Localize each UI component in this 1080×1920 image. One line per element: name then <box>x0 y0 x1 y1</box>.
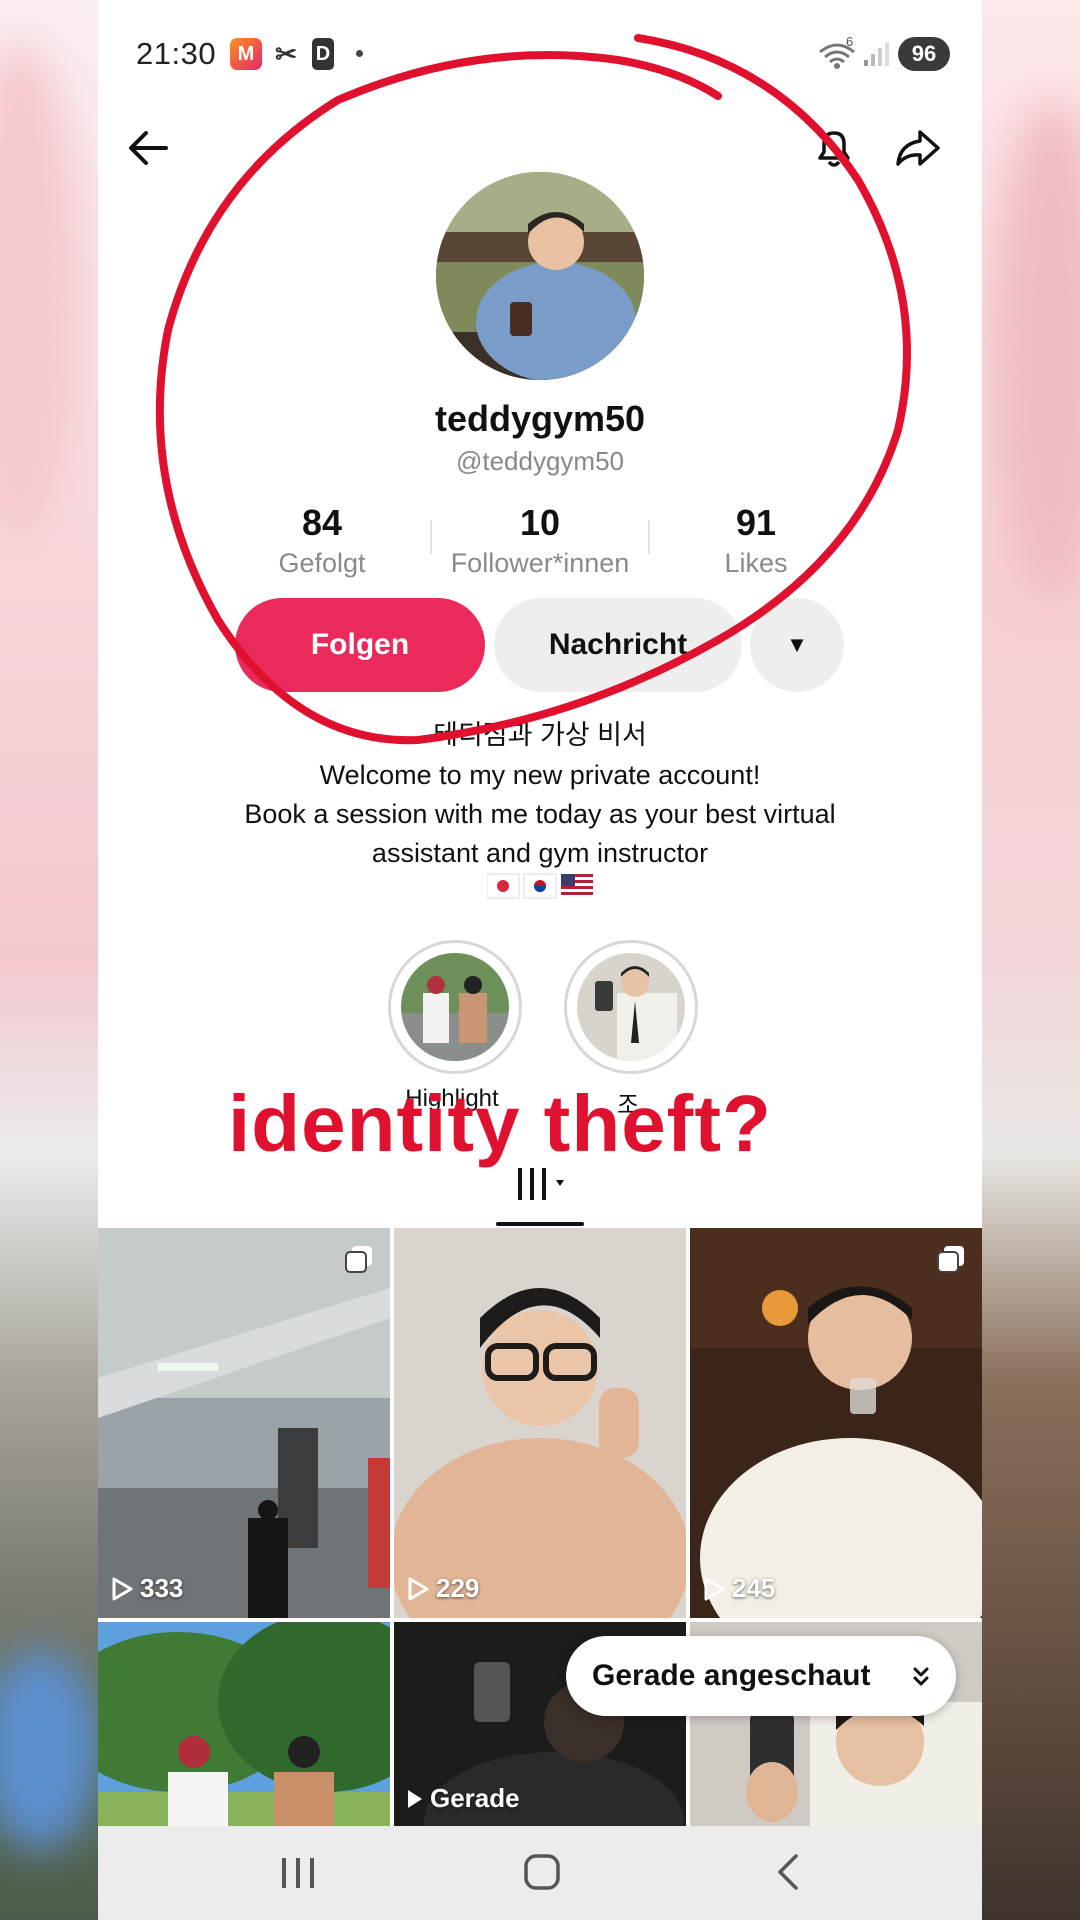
video-tile[interactable]: 229 <box>394 1228 686 1618</box>
stat-divider <box>648 520 650 554</box>
bio-title: 테디짐과 가상 비서 <box>433 720 647 750</box>
bio-line: Welcome to my new private account! <box>319 760 761 790</box>
play-filled-icon <box>408 1789 422 1808</box>
avatar[interactable] <box>436 172 644 380</box>
recently-watched-button[interactable]: Gerade angeschaut <box>566 1636 956 1716</box>
play-count-value: 333 <box>140 1573 184 1603</box>
recently-watched-label: Gerade angeschaut <box>592 1659 871 1692</box>
wifi-label: 6 <box>846 34 854 49</box>
stat-value: 10 <box>519 502 561 543</box>
share-icon <box>896 130 940 166</box>
capcut-icon: ✂ <box>275 39 297 69</box>
signal-icon <box>864 42 889 66</box>
stat-label: Follower*innen <box>450 548 630 578</box>
play-count-value: 245 <box>732 1573 776 1603</box>
back-button[interactable] <box>120 120 176 176</box>
system-navigation-bar <box>98 1826 982 1920</box>
stat-value: 84 <box>301 502 343 543</box>
video-thumbnail <box>98 1228 390 1618</box>
message-button[interactable]: Nachricht <box>494 598 742 692</box>
highlight-2[interactable] <box>564 940 698 1074</box>
caret-down-icon: ▼ <box>786 632 808 657</box>
highlight-thumbnail <box>577 953 685 1061</box>
display-name: teddygym50 <box>434 398 646 439</box>
stat-likes[interactable]: 91 Likes <box>656 502 856 579</box>
stat-label: Gefolgt <box>278 548 366 578</box>
play-count: 333 <box>110 1573 183 1604</box>
double-chevron-down-icon <box>913 1667 929 1686</box>
play-icon <box>112 1577 133 1600</box>
stat-value: 91 <box>735 502 777 543</box>
flags-icon <box>486 873 593 899</box>
stat-label: Likes <box>724 548 788 578</box>
arrow-left-icon <box>129 131 168 165</box>
notification-dot <box>356 50 363 57</box>
play-count: 245 <box>702 1573 775 1604</box>
bio-flags <box>98 872 982 905</box>
app-d-icon: D <box>312 38 334 70</box>
video-thumbnail <box>690 1228 982 1618</box>
video-grid: 333 229 245 Gerade <box>98 1228 982 1828</box>
grid-tab-icon <box>518 1168 564 1200</box>
back-nav-icon[interactable] <box>774 1852 804 1892</box>
battery-indicator: 96 <box>898 37 950 71</box>
tab-active-indicator <box>496 1222 584 1226</box>
highlight-thumbnail <box>401 953 509 1061</box>
highlight-1[interactable] <box>388 940 522 1074</box>
avatar-photo <box>436 172 644 380</box>
app-m-icon: M <box>230 38 262 70</box>
play-count-value: 229 <box>436 1573 480 1603</box>
phone-screen: 21:30 M ✂ D 6 96 teddygym50 @teddygym50 … <box>98 0 982 1920</box>
video-tile[interactable] <box>98 1622 390 1828</box>
play-icon <box>704 1577 725 1600</box>
share-button[interactable] <box>890 120 946 176</box>
status-bar: 21:30 M ✂ D 6 96 <box>98 0 982 110</box>
follow-button[interactable]: Folgen <box>235 598 485 692</box>
multi-photo-icon <box>936 1244 966 1279</box>
username-handle: @teddygym50 <box>455 446 625 476</box>
bell-icon <box>818 131 850 167</box>
video-thumbnail <box>394 1228 686 1618</box>
play-icon <box>408 1577 429 1600</box>
status-time: 21:30 <box>136 36 217 71</box>
bio-line: assistant and gym instructor <box>371 838 709 868</box>
home-icon[interactable] <box>522 1852 562 1892</box>
stat-followers[interactable]: 10 Follower*innen <box>440 502 640 579</box>
notifications-button[interactable] <box>806 120 862 176</box>
stat-divider <box>430 520 432 554</box>
recent-apps-icon[interactable] <box>278 1854 318 1892</box>
play-count: 229 <box>406 1573 479 1604</box>
bio-text: Welcome to my new private account! Book … <box>98 756 982 873</box>
stat-following[interactable]: 84 Gefolgt <box>222 502 422 579</box>
more-dropdown-button[interactable]: ▼ <box>750 598 844 692</box>
video-thumbnail <box>98 1622 390 1828</box>
multi-photo-icon <box>344 1244 374 1279</box>
play-count: Gerade <box>406 1783 520 1814</box>
now-playing-label: Gerade <box>430 1783 520 1813</box>
bio-line: Book a session with me today as your bes… <box>244 799 836 829</box>
videos-tab[interactable] <box>516 1164 576 1209</box>
video-tile[interactable]: 333 <box>98 1228 390 1618</box>
backdrop-right <box>982 0 1080 1920</box>
overlay-caption: identity theft? <box>228 1079 772 1168</box>
backdrop-left <box>0 0 98 1920</box>
video-tile[interactable]: 245 <box>690 1228 982 1618</box>
